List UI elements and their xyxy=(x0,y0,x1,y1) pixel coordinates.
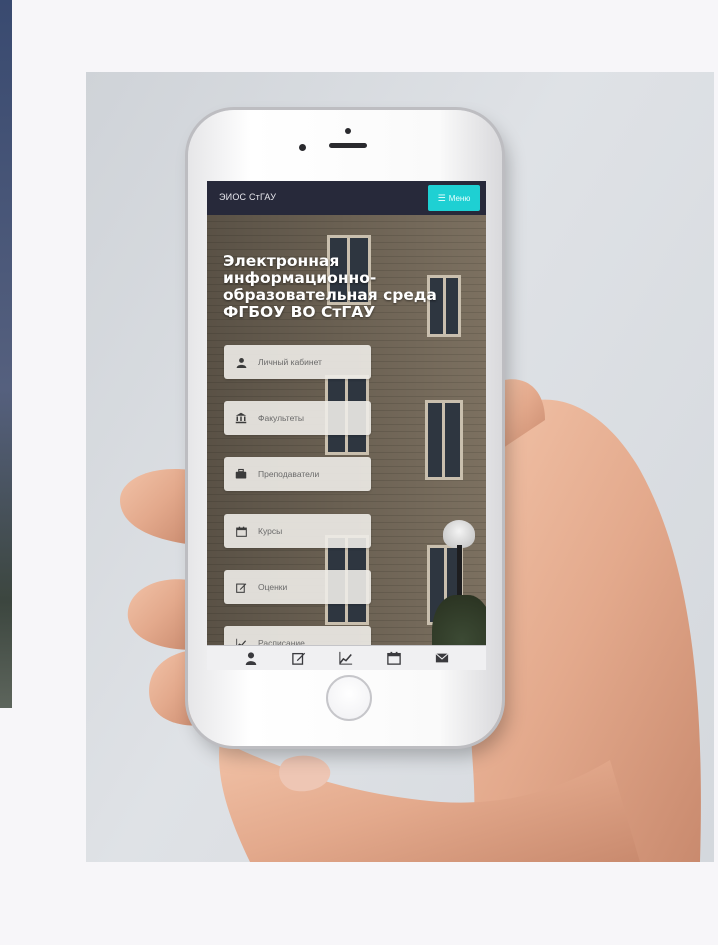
hamburger-icon: ☰ xyxy=(437,192,446,203)
earpiece-speaker xyxy=(329,143,367,148)
home-button[interactable] xyxy=(326,675,372,721)
nav-item-courses[interactable]: Курсы xyxy=(224,514,371,548)
app-header: ЭИОС СтГАУ ☰ Меню xyxy=(207,181,486,215)
menu-button-label: Меню xyxy=(448,193,471,203)
left-photo-edge xyxy=(0,0,12,708)
university-icon xyxy=(224,412,258,424)
tab-grades[interactable] xyxy=(289,649,309,667)
nav-item-teachers[interactable]: Преподаватели xyxy=(224,457,371,491)
nav-item-grades[interactable]: Оценки xyxy=(224,570,371,604)
nav-item-label: Преподаватели xyxy=(258,469,320,479)
building-window xyxy=(425,400,463,480)
nav-item-label: Оценки xyxy=(258,582,288,592)
bottom-tab-bar xyxy=(207,645,486,670)
nav-item-label: Курсы xyxy=(258,526,283,536)
brand-title: ЭИОС СтГАУ xyxy=(219,192,277,202)
tab-profile[interactable] xyxy=(241,649,261,667)
street-lamp xyxy=(443,520,475,548)
nav-item-label: Личный кабинет xyxy=(258,357,322,367)
tab-calendar[interactable] xyxy=(384,649,404,667)
tab-messages[interactable] xyxy=(432,649,452,667)
tab-stats[interactable] xyxy=(336,649,356,667)
envelope-icon xyxy=(435,653,449,663)
chart-line-icon xyxy=(339,651,353,665)
hero-title: Электронная информационно-образовательна… xyxy=(223,252,437,321)
nav-item-faculties[interactable]: Факультеты xyxy=(224,401,371,435)
sensor-dot xyxy=(345,128,351,134)
edit-icon xyxy=(291,652,305,665)
user-icon xyxy=(245,652,257,665)
edit-icon xyxy=(224,582,258,593)
briefcase-icon xyxy=(224,468,258,480)
calendar-icon xyxy=(224,526,258,537)
calendar-icon xyxy=(387,651,402,665)
front-camera-icon xyxy=(299,144,306,151)
nav-item-personal-account[interactable]: Личный кабинет xyxy=(224,345,371,379)
menu-button[interactable]: ☰ Меню xyxy=(428,185,480,211)
user-icon xyxy=(224,357,258,368)
phone-screen: ЭИОС СтГАУ ☰ Меню Электронная информацио… xyxy=(207,181,486,670)
nav-item-label: Факультеты xyxy=(258,413,305,423)
